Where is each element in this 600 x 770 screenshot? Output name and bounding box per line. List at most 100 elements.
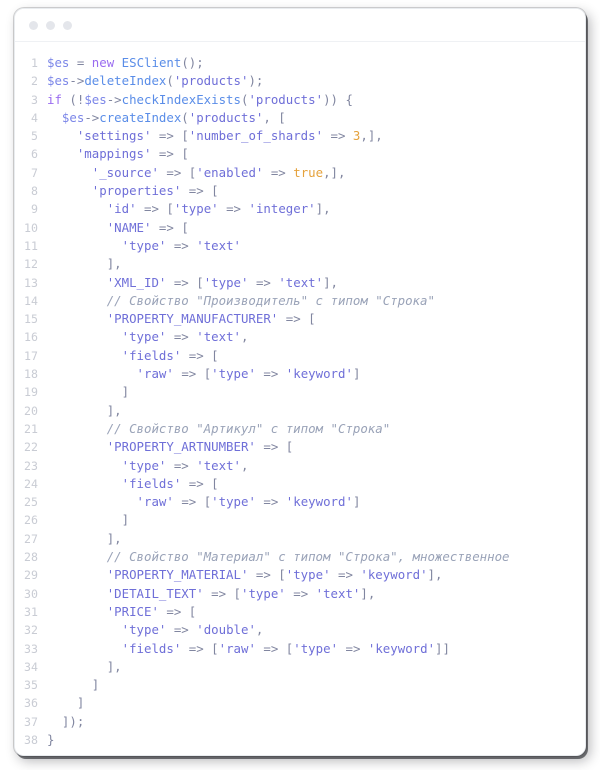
token-str: 'integer': [248, 201, 316, 217]
token-punc: ],: [427, 567, 443, 583]
code-line[interactable]: 18 'raw' => ['type' => 'keyword']: [15, 365, 585, 383]
token-str: 'type': [173, 201, 219, 217]
line-content: 'type' => 'text': [47, 237, 585, 255]
token-op: =>: [166, 164, 182, 180]
token-str: 'properties': [91, 183, 182, 199]
code-line[interactable]: 2 $es->deleteIndex('products');: [15, 72, 585, 90]
code-line[interactable]: 20 ],: [15, 402, 585, 420]
code-line[interactable]: 17 'fields' => [: [15, 347, 585, 365]
code-line[interactable]: 11 'type' => 'text': [15, 237, 585, 255]
code-line[interactable]: 24 'fields' => [: [15, 475, 585, 493]
code-line[interactable]: 5 'settings' => ['number_of_shards' => 3…: [15, 127, 585, 145]
code-line[interactable]: 32 'type' => 'double',: [15, 621, 585, 639]
code-line[interactable]: 4 $es->createIndex('products', [: [15, 109, 585, 127]
token-str: 'products': [188, 109, 264, 125]
code-line[interactable]: 7 '_source' => ['enabled' => true,],: [15, 164, 585, 182]
code-line[interactable]: 23 'type' => 'text',: [15, 457, 585, 475]
token-var: $es: [84, 91, 107, 107]
code-line[interactable]: 33 'fields' => ['raw' => ['type' => 'key…: [15, 640, 585, 658]
line-number: 36: [24, 696, 38, 711]
token-str: 'XML_ID': [106, 274, 167, 290]
line-number: 5: [31, 129, 38, 144]
code-line[interactable]: 10 'NAME' => [: [15, 219, 585, 237]
code-line[interactable]: 6 'mappings' => [: [15, 145, 585, 163]
token-op: =>: [173, 237, 189, 253]
token-op: =>: [293, 585, 309, 601]
code-line[interactable]: 35 ]: [15, 676, 585, 694]
token-punc: (: [181, 109, 189, 125]
code-line[interactable]: 1 $es = new ESClient();: [15, 54, 585, 72]
code-line[interactable]: 19 ]: [15, 383, 585, 401]
window-minimize-dot-icon[interactable]: [46, 20, 55, 30]
token-str: 'type': [241, 585, 286, 601]
token-op: =>: [263, 494, 279, 510]
code-line[interactable]: 37 ]);: [15, 713, 585, 731]
code-line[interactable]: 25 'raw' => ['type' => 'keyword']: [15, 493, 585, 511]
code-line[interactable]: 3 if (!$es->checkIndexExists('products'))…: [15, 91, 585, 109]
code-line[interactable]: 36 ]: [15, 694, 585, 712]
code-line[interactable]: 13 'XML_ID' => ['type' => 'text'],: [15, 274, 585, 292]
line-number: 18: [24, 367, 38, 382]
token-punc: [: [211, 183, 219, 199]
code-line[interactable]: 34 ],: [15, 658, 585, 676]
line-content: ],: [47, 402, 585, 420]
token-bool: true: [293, 164, 324, 180]
token-op: =>: [144, 201, 159, 217]
code-line[interactable]: 15 'PROPERTY_MANUFACTURER' => [: [15, 310, 585, 328]
window-maximize-dot-icon[interactable]: [63, 20, 72, 30]
code-line[interactable]: 14 // Свойство "Производитель" с типом "…: [15, 292, 585, 310]
code-editor-area[interactable]: 1 $es = new ESClient(); 2 $es->deleteIndex(…: [15, 42, 585, 755]
token-str: 'keyword': [360, 567, 428, 583]
code-line[interactable]: 29 'PROPERTY_MATERIAL' => ['type' => 'ke…: [15, 566, 585, 584]
token-str: 'keyword': [367, 640, 436, 656]
code-line[interactable]: 28 // Свойство "Материал" с типом "Строк…: [15, 548, 585, 566]
code-line[interactable]: 30 'DETAIL_TEXT' => ['type' => 'text'],: [15, 585, 585, 603]
line-content: 'XML_ID' => ['type' => 'text'],: [47, 274, 585, 292]
line-number: 11: [24, 238, 38, 253]
code-line[interactable]: 38}: [15, 731, 585, 749]
token-punc: ],: [106, 530, 122, 546]
code-line[interactable]: 22 'PROPERTY_ARTNUMBER' => [: [15, 438, 585, 456]
token-op: =>: [173, 622, 189, 638]
code-line[interactable]: 9 'id' => ['type' => 'integer'],: [15, 200, 585, 218]
code-line[interactable]: 27 ],: [15, 530, 585, 548]
token-punc: ]);: [61, 713, 85, 729]
code-line[interactable]: 31 'PRICE' => [: [15, 603, 585, 621]
token-str: 'type': [121, 622, 167, 638]
token-punc: [: [181, 219, 189, 235]
code-line[interactable]: 12 ],: [15, 255, 585, 273]
token-str: 'type': [211, 366, 256, 382]
token-punc: ,],: [360, 128, 383, 144]
token-str: 'settings': [76, 128, 152, 144]
token-op: =>: [158, 128, 174, 144]
line-content: // Свойство "Производитель" с типом "Стр…: [47, 292, 585, 310]
token-str: 'id': [106, 201, 137, 217]
code-line[interactable]: 16 'type' => 'text',: [15, 328, 585, 346]
token-str: 'text': [196, 237, 241, 253]
line-number: 30: [24, 586, 38, 601]
token-fn: deleteIndex: [84, 73, 167, 89]
code-line[interactable]: 21 // Свойство "Артикул" с типом "Строка…: [15, 420, 585, 438]
token-str: 'type': [121, 237, 167, 253]
code-line[interactable]: 8 'properties' => [: [15, 182, 585, 200]
token-punc: [: [211, 640, 219, 656]
window-close-dot-icon[interactable]: [29, 20, 38, 30]
code-line[interactable]: 26 ]: [15, 511, 585, 529]
token-op: =>: [188, 475, 204, 491]
